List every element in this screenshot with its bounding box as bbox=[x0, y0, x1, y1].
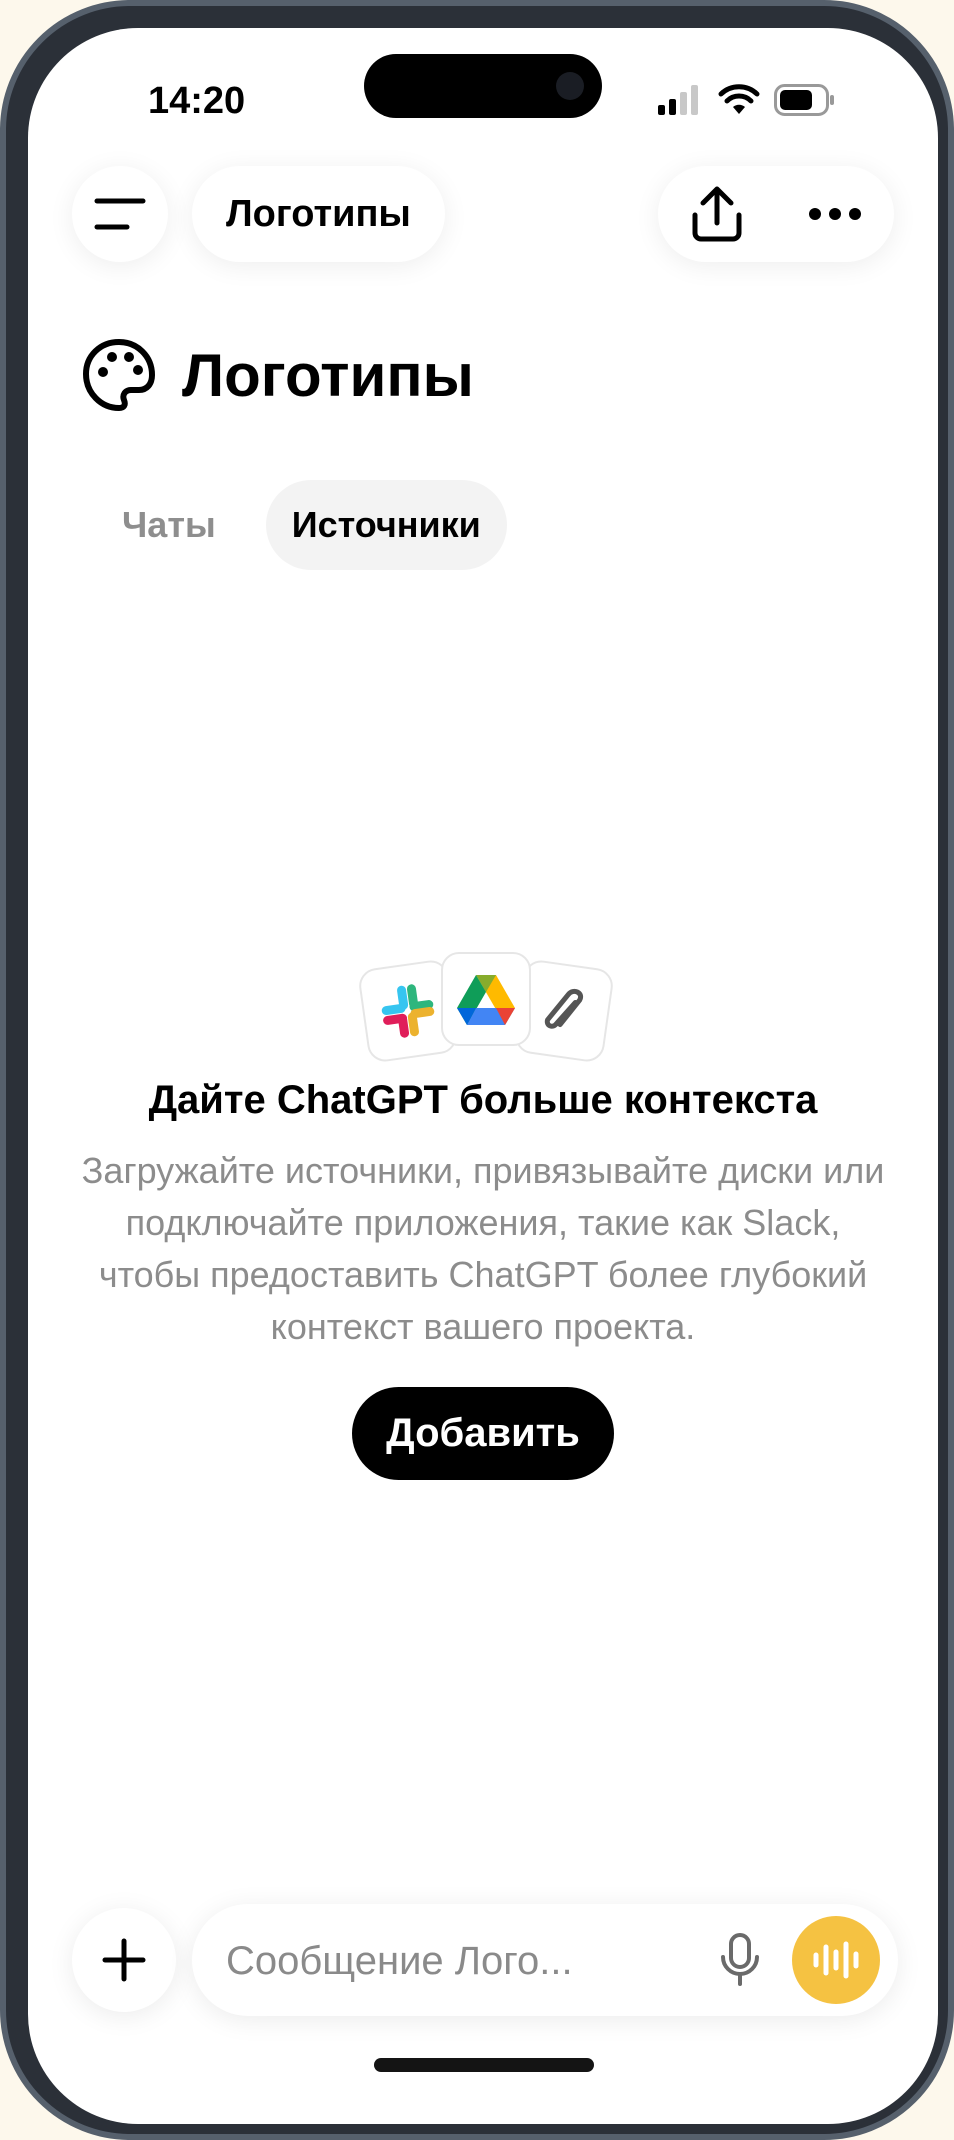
message-input-container bbox=[192, 1904, 898, 2016]
project-title-pill[interactable]: Логотипы bbox=[192, 166, 445, 262]
attach-button[interactable] bbox=[72, 1908, 176, 2012]
camera-dot bbox=[556, 72, 584, 100]
share-icon[interactable] bbox=[690, 185, 744, 243]
slack-logo bbox=[381, 984, 435, 1038]
message-input[interactable] bbox=[224, 1928, 668, 1994]
voice-mode-icon bbox=[813, 1941, 859, 1979]
battery-icon bbox=[774, 84, 834, 116]
paperclip-icon bbox=[544, 988, 584, 1029]
sources-empty-state: Дайте ChatGPT больше контекста Загружайт… bbox=[28, 950, 938, 1480]
google-drive-logo bbox=[457, 975, 515, 1025]
integration-logos bbox=[343, 950, 623, 1064]
dynamic-island bbox=[364, 54, 602, 118]
empty-state-title: Дайте ChatGPT больше контекста bbox=[148, 1078, 818, 1122]
voice-mode-button[interactable] bbox=[792, 1916, 880, 2004]
menu-button[interactable] bbox=[72, 166, 168, 262]
tab-sources[interactable]: Источники bbox=[265, 480, 507, 570]
tabs: Чаты Источники bbox=[96, 480, 507, 570]
status-time: 14:20 bbox=[148, 80, 246, 122]
project-heading: Логотипы bbox=[82, 338, 474, 412]
google-drive-logo-tile bbox=[441, 952, 531, 1046]
page-title: Логотипы bbox=[182, 341, 474, 409]
header-actions bbox=[658, 166, 894, 262]
menu-icon bbox=[94, 198, 146, 230]
microphone-icon bbox=[721, 1933, 759, 1986]
palette-icon bbox=[83, 339, 155, 411]
device-frame: 14:20 Логотипы Логотипы Чаты Источники Д… bbox=[0, 0, 954, 2140]
dictation-button[interactable] bbox=[712, 1932, 768, 1988]
home-indicator bbox=[374, 2058, 594, 2072]
more-icon[interactable] bbox=[808, 207, 862, 221]
empty-state-description: Загружайте источники, привязывайте диски… bbox=[81, 1150, 885, 1347]
plus-icon bbox=[102, 1938, 146, 1982]
status-icons bbox=[658, 84, 836, 116]
wifi-icon bbox=[718, 84, 760, 114]
app-screen: 14:20 Логотипы Логотипы Чаты Источники Д… bbox=[28, 28, 938, 2124]
tab-chats[interactable]: Чаты bbox=[96, 480, 242, 570]
composer bbox=[28, 1904, 938, 2124]
add-source-button[interactable]: Добавить bbox=[352, 1387, 614, 1480]
project-title-pill-label: Логотипы bbox=[226, 192, 411, 235]
signal-icon bbox=[658, 85, 698, 115]
